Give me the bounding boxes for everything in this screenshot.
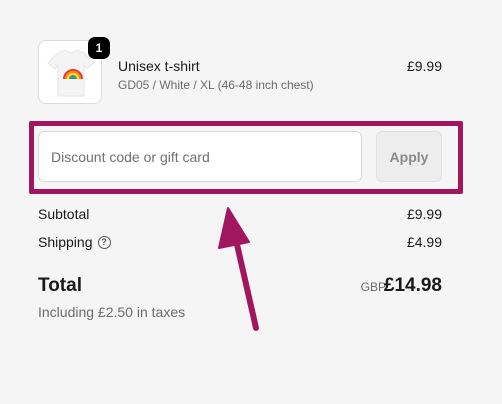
total-label: Total: [38, 275, 82, 296]
tax-note: Including £2.50 in taxes: [38, 304, 186, 320]
apply-button[interactable]: Apply: [376, 131, 442, 182]
product-name: Unisex t-shirt: [118, 58, 200, 74]
shipping-row: Shipping ? £4.99: [38, 234, 442, 252]
subtotal-label: Subtotal: [38, 206, 90, 222]
product-price: £9.99: [406, 58, 442, 74]
subtotal-row: Subtotal £9.99: [38, 206, 442, 224]
shipping-value: £4.99: [406, 234, 442, 250]
line-item: 1 Unisex t-shirt GD05 / White / XL (46-4…: [38, 37, 442, 106]
product-thumbnail: 1: [38, 37, 110, 104]
subtotal-value: £9.99: [406, 206, 442, 222]
total-amount: £14.98: [383, 275, 442, 296]
shipping-label: Shipping: [38, 234, 93, 250]
product-variant: GD05 / White / XL (46-48 inch chest): [118, 78, 314, 92]
total-currency: GBP: [360, 280, 386, 294]
question-circle-icon[interactable]: ?: [97, 235, 111, 249]
discount-code-input[interactable]: [38, 131, 362, 182]
quantity-badge: 1: [88, 37, 110, 59]
